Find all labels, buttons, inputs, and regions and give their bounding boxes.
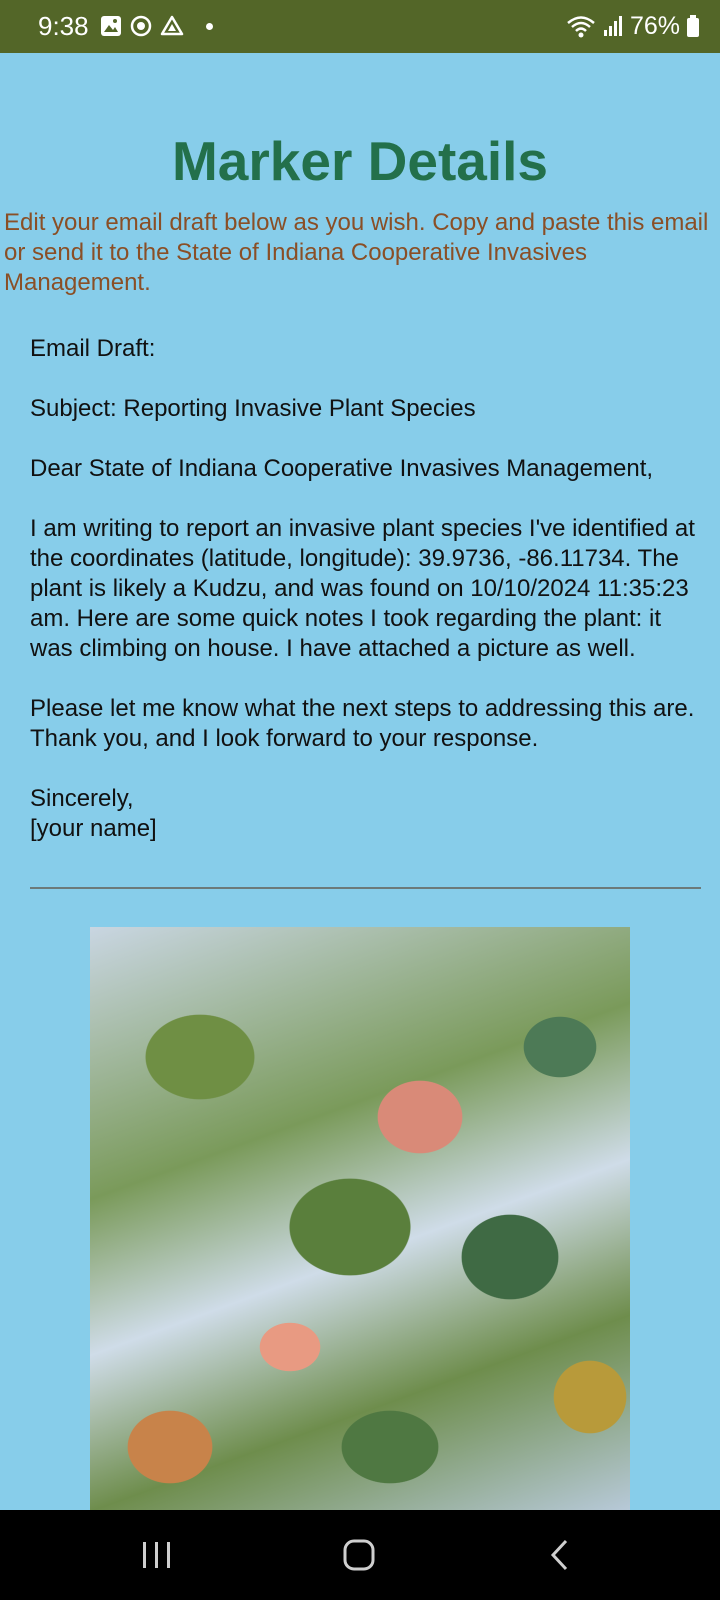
battery-icon — [687, 15, 699, 37]
email-draft-label: Email Draft: — [30, 335, 156, 362]
back-icon — [550, 1539, 568, 1571]
email-draft[interactable]: Email Draft: Subject: Reporting Invasive… — [30, 334, 710, 844]
battery-level: 76% — [629, 12, 680, 40]
drive-icon — [160, 15, 184, 36]
wifi-icon — [567, 16, 595, 38]
email-signoff: Sincerely, — [30, 785, 134, 812]
status-time: 9:38 — [38, 11, 89, 41]
signal-icon — [603, 16, 622, 36]
status-bar: 9:38 76% — [0, 0, 720, 53]
email-closing: Please let me know what the next steps t… — [30, 695, 695, 752]
email-subject: Subject: Reporting Invasive Plant Specie… — [30, 395, 476, 422]
dot-icon — [206, 22, 213, 30]
recent-apps-icon — [143, 1542, 170, 1568]
home-icon — [343, 1539, 375, 1571]
sync-icon — [130, 15, 152, 37]
email-body-text: I am writing to report an invasive plant… — [30, 515, 695, 662]
email-greeting: Dear State of Indiana Cooperative Invasi… — [30, 455, 654, 482]
divider — [30, 887, 701, 889]
navigation-bar — [0, 1510, 720, 1600]
status-icons-left — [100, 14, 213, 38]
home-button[interactable] — [299, 1510, 419, 1600]
plant-photo — [90, 927, 630, 1510]
back-button[interactable] — [500, 1510, 620, 1600]
recent-apps-button[interactable] — [97, 1510, 217, 1600]
instructions-text: Edit your email draft below as you wish.… — [4, 209, 709, 296]
email-signature: [your name] — [30, 815, 157, 842]
image-icon — [101, 16, 121, 36]
page-title: Marker Details — [171, 130, 549, 192]
status-icons-right: 76% — [566, 10, 700, 42]
